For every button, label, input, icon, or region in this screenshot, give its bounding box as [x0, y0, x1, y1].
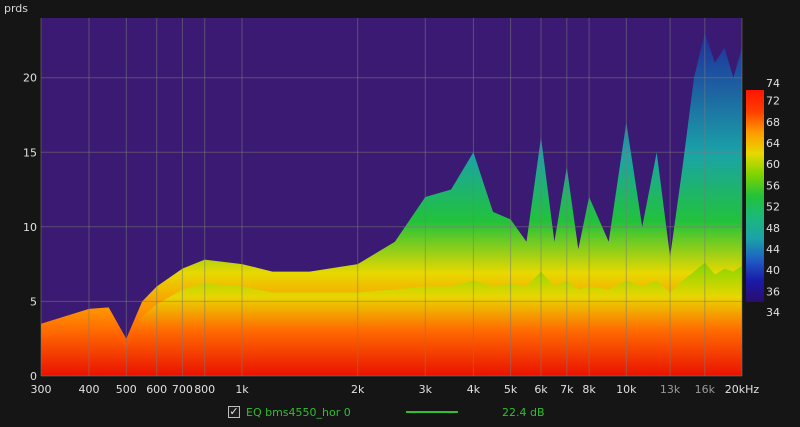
legend-series-name: EQ bms4550_hor 0	[246, 405, 351, 419]
x-tick-label: 800	[194, 383, 215, 396]
x-axis-ticks: 300 400 500 600 700 800 1k 2k 3k 4k 5k 6k 7k 8k 10k 13k…	[31, 383, 760, 396]
x-tick-label: 6k	[534, 383, 548, 396]
x-tick-label: 400	[79, 383, 100, 396]
colorbar-tick-label: 44	[766, 243, 780, 256]
y-tick-label: 0	[30, 370, 37, 383]
x-tick-label: 300	[31, 383, 52, 396]
colorbar-tick-label: 60	[766, 158, 780, 171]
colorbar-tick-label: 34	[766, 306, 780, 319]
x-tick-label: 600	[146, 383, 167, 396]
colorbar-tick-label: 52	[766, 201, 780, 214]
y-tick-label: 15	[23, 146, 37, 159]
colorbar-tick-label: 36	[766, 285, 780, 298]
x-tick-label: 13k	[660, 383, 681, 396]
colorbar-tick-label: 48	[766, 222, 780, 235]
colorbar-tick-label: 56	[766, 179, 780, 192]
x-tick-label: 500	[116, 383, 137, 396]
x-tick-label: 5k	[504, 383, 518, 396]
y-tick-label: 10	[23, 221, 37, 234]
x-tick-label: 8k	[582, 383, 596, 396]
x-tick-label: 16k	[695, 383, 716, 396]
colorbar-tick-label: 40	[766, 264, 780, 277]
colorbar-tick-label: 74	[766, 77, 780, 90]
x-tick-label: 7k	[560, 383, 574, 396]
x-tick-label: 10k	[616, 383, 637, 396]
colorbar-tick-label: 72	[766, 95, 780, 108]
legend: ✓ EQ bms4550_hor 0 22.4 dB	[228, 403, 545, 421]
colorbar-tick-label: 68	[766, 116, 780, 129]
series-visibility-checkbox[interactable]: ✓	[228, 406, 240, 418]
colorbar	[746, 90, 764, 302]
x-tick-label: 4k	[467, 383, 481, 396]
colorbar-ticks: 74 72 68 64 60 56 52 48 44 40 36 34	[766, 77, 780, 319]
waterfall-chart: 300 400 500 600 700 800 1k 2k 3k 4k 5k 6k 7k 8k 10k 13k…	[4, 2, 780, 396]
x-tick-label: 1k	[235, 383, 249, 396]
y-axis-ticks: 0 5 10 15 20	[23, 72, 37, 383]
y-axis-label: prds	[4, 2, 28, 15]
colorbar-tick-label: 64	[766, 137, 780, 150]
x-tick-label: 2k	[351, 383, 365, 396]
x-tick-label: 700	[172, 383, 193, 396]
legend-series-value: 22.4 dB	[502, 405, 545, 419]
x-tick-label: 20kHz	[725, 383, 760, 396]
x-tick-label: 3k	[419, 383, 433, 396]
y-tick-label: 20	[23, 72, 37, 85]
y-tick-label: 5	[30, 295, 37, 308]
legend-series-line	[406, 411, 458, 413]
